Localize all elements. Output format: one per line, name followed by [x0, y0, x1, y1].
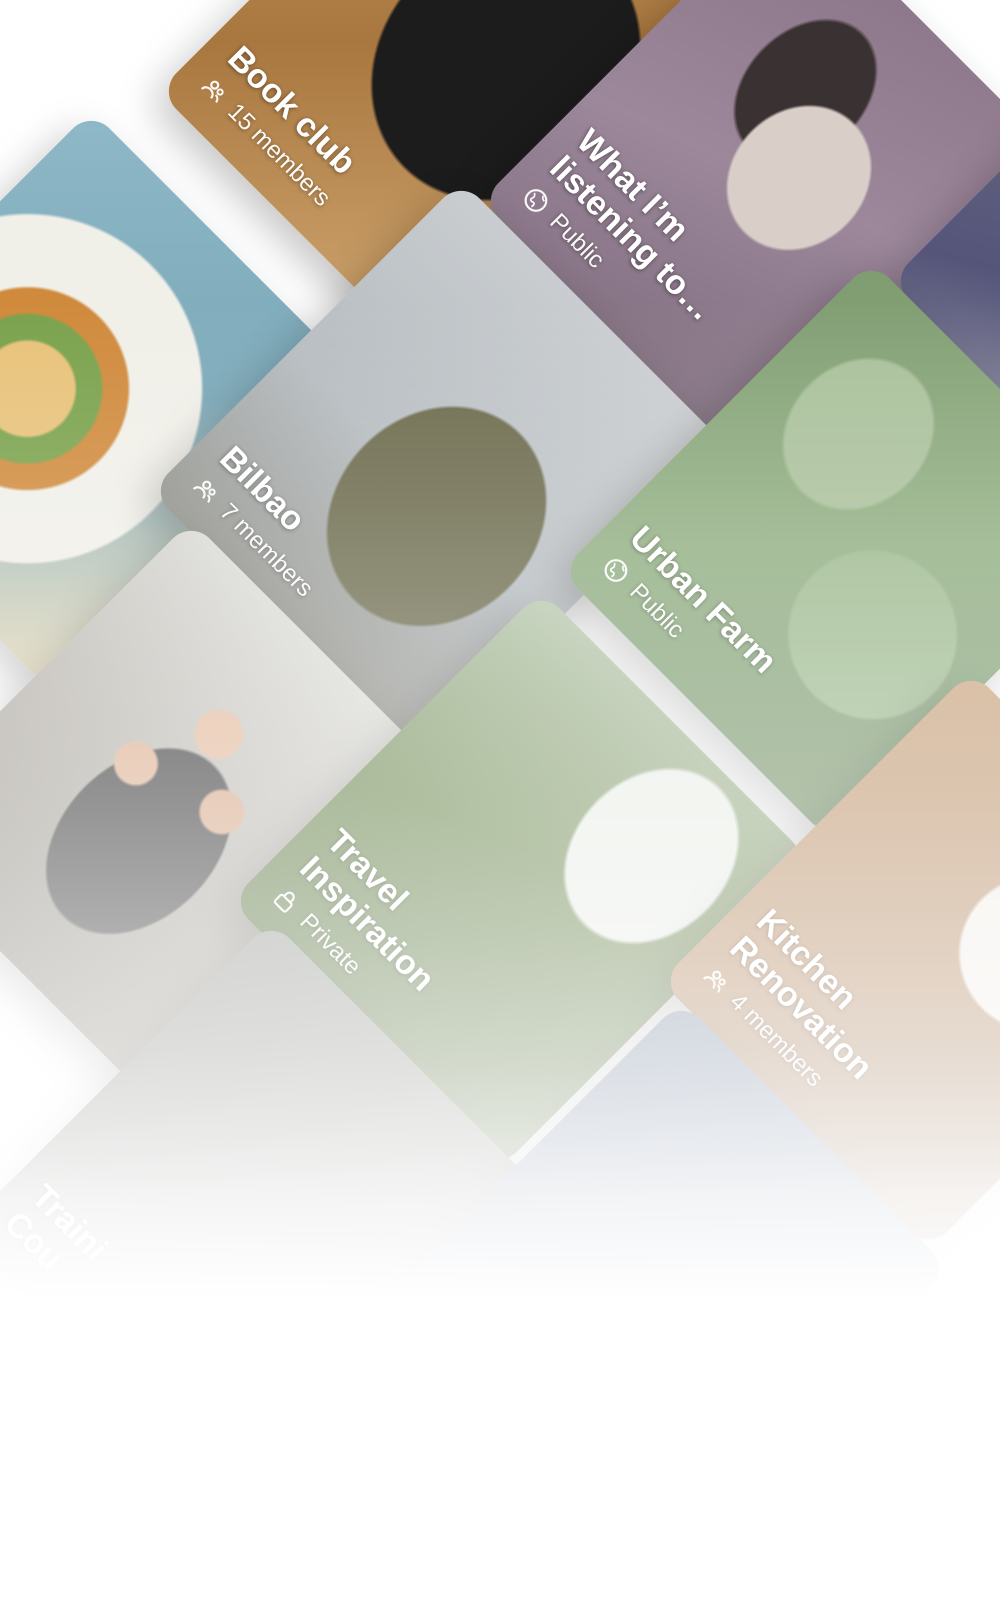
collections-showcase: Book club 15 members What I’m listening … — [0, 0, 1000, 1600]
